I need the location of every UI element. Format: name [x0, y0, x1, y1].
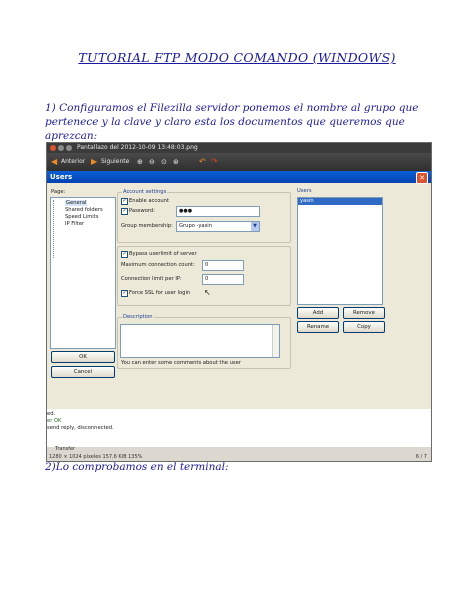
users-list[interactable]: yasin: [297, 197, 383, 305]
description-scrollbar[interactable]: [272, 325, 279, 357]
step2-paragraph: 2)Lo comprobamos en el terminal:: [45, 461, 229, 473]
force-ssl-label: Force SSL for user login: [129, 290, 191, 296]
close-window-icon[interactable]: [50, 145, 56, 151]
next-arrow-icon[interactable]: ▶: [91, 157, 97, 167]
users-label: Users: [297, 188, 312, 194]
bypass-checkbox[interactable]: ✓: [121, 251, 128, 258]
next-button[interactable]: Siguiente: [101, 157, 129, 167]
description-hint: You can enter some comments about the us…: [121, 360, 241, 366]
max-connections-label: Maximum connection count:: [121, 262, 195, 268]
copy-button[interactable]: Copy: [343, 321, 385, 333]
ok-button[interactable]: OK: [51, 351, 115, 363]
rotate-left-icon[interactable]: ↶: [199, 157, 206, 167]
password-checkbox[interactable]: ✓: [121, 208, 128, 215]
log-line: er OK: [47, 418, 62, 424]
rotate-right-icon[interactable]: ↷: [211, 157, 218, 167]
zoom-normal-icon[interactable]: ⊙: [161, 157, 167, 167]
page-counter: 6 / 7: [415, 454, 427, 460]
step1-line2: pertenece y la clave y claro esta los do…: [45, 116, 405, 128]
enable-account-checkbox[interactable]: ✓: [121, 198, 128, 205]
connection-limit-label: Connection limit per IP:: [121, 276, 182, 282]
zoom-fit-icon[interactable]: ⊛: [173, 157, 179, 167]
step1-line1: 1) Configuramos el Filezilla servidor po…: [45, 102, 419, 114]
tree-item-speed-limits[interactable]: Speed Limits: [65, 214, 98, 220]
password-value: ●●●: [179, 208, 193, 214]
password-label: Password:: [129, 208, 155, 214]
viewer-statusbar: Transfer 1280 × 1024 píxeles 157,6 KiB 1…: [47, 446, 431, 461]
description-label: Description: [122, 314, 154, 320]
group-membership-label: Group membership:: [121, 223, 173, 229]
users-dialog-title: Users: [50, 173, 73, 181]
add-button[interactable]: Add: [297, 307, 339, 319]
max-connections-value: 0: [205, 262, 209, 268]
users-dialog: Users ✕ Page: General Shared folders Spe…: [47, 171, 431, 409]
step1-paragraph: 1) Configuramos el Filezilla servidor po…: [45, 101, 440, 143]
page-tree: General Shared folders Speed Limits IP F…: [50, 197, 116, 349]
chevron-down-icon[interactable]: ▼: [251, 222, 259, 231]
back-button[interactable]: Anterior: [61, 157, 85, 167]
document-title: TUTORIAL FTP MODO COMANDO (WINDOWS): [78, 50, 396, 65]
page-label: Page:: [51, 189, 66, 195]
log-line: ed.: [47, 411, 56, 417]
group-value: Grupo -yasin: [179, 223, 213, 229]
viewer-window-title: Pantallazo del 2012-10-09 13:48:03.png: [77, 144, 198, 151]
viewer-toolbar: ◀ Anterior ▶ Siguiente ⊕ ⊖ ⊙ ⊛ ↶ ↷: [47, 153, 431, 171]
close-icon[interactable]: ✕: [416, 172, 428, 184]
account-settings-group: Account settings ✓ Enable account ✓ Pass…: [117, 189, 291, 243]
mouse-cursor-icon: ↖: [204, 288, 211, 297]
viewer-titlebar: Pantallazo del 2012-10-09 13:48:03.png: [47, 143, 431, 153]
image-info: 1280 × 1024 píxeles 157,6 KiB 135%: [49, 454, 143, 460]
maximize-window-icon[interactable]: [66, 145, 72, 151]
account-settings-label: Account settings: [122, 189, 168, 195]
minimize-window-icon[interactable]: [58, 145, 64, 151]
transfer-label: Transfer: [55, 446, 76, 452]
log-line: send reply, disconnected.: [47, 425, 114, 431]
screenshot-figure: Pantallazo del 2012-10-09 13:48:03.png ◀…: [46, 142, 432, 462]
tree-item-shared-folders[interactable]: Shared folders: [65, 207, 103, 213]
limits-group: ✓ Bypass userlimit of server Maximum con…: [117, 246, 291, 306]
step1-line3: aprezcan:: [45, 130, 98, 142]
group-select[interactable]: Grupo -yasin ▼: [176, 221, 260, 232]
back-arrow-icon[interactable]: ◀: [51, 157, 57, 167]
server-log: ed. er OK send reply, disconnected.: [47, 409, 431, 451]
bypass-label: Bypass userlimit of server: [129, 251, 197, 257]
rename-button[interactable]: Rename: [297, 321, 339, 333]
users-list-item[interactable]: yasin: [298, 198, 382, 205]
max-connections-input[interactable]: 0: [202, 260, 244, 271]
tree-item-general[interactable]: General: [65, 200, 88, 206]
description-textarea[interactable]: [120, 324, 280, 358]
zoom-out-icon[interactable]: ⊖: [149, 157, 155, 167]
force-ssl-checkbox[interactable]: ✓: [121, 290, 128, 297]
connection-limit-value: 0: [205, 276, 209, 282]
cancel-button[interactable]: Cancel: [51, 366, 115, 378]
enable-account-label: Enable account: [129, 198, 169, 204]
zoom-in-icon[interactable]: ⊕: [137, 157, 143, 167]
password-input[interactable]: ●●●: [176, 206, 260, 217]
description-group: Description You can enter some comments …: [117, 314, 291, 369]
tree-item-ip-filter[interactable]: IP Filter: [65, 221, 84, 227]
connection-limit-input[interactable]: 0: [202, 274, 244, 285]
remove-button[interactable]: Remove: [343, 307, 385, 319]
users-titlebar: Users ✕: [47, 171, 431, 184]
